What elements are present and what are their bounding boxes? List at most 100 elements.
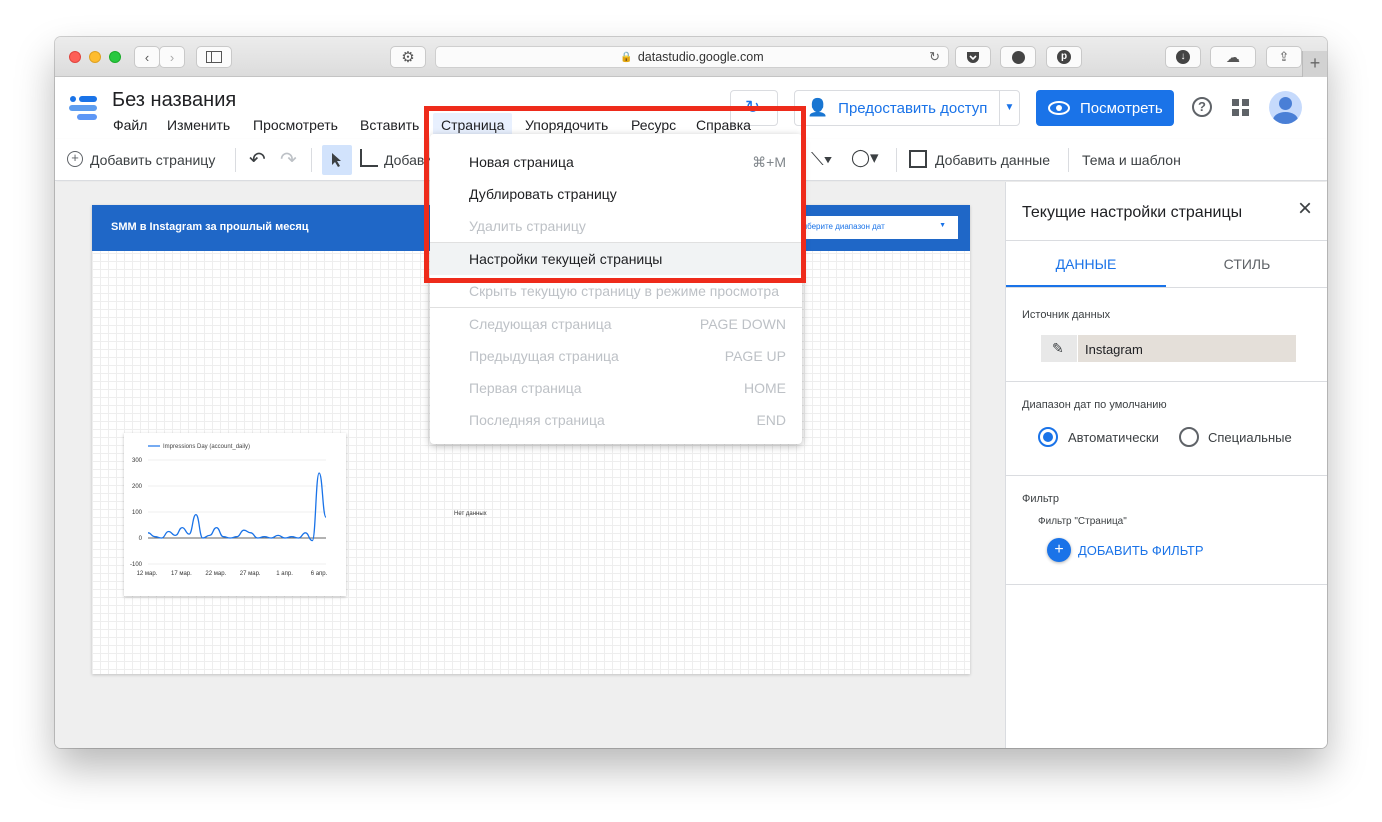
- time-series-chart[interactable]: Impressions Day (account_daily) 300 200 10…: [124, 433, 346, 596]
- shape-tool-icon[interactable]: ◯▾: [851, 148, 879, 168]
- page-settings-panel: Текущие настройки страницы × ДАННЫЕ СТИЛ…: [1005, 182, 1327, 748]
- close-window-button[interactable]: [69, 51, 81, 63]
- page-menu-item-label: Первая страница: [469, 380, 582, 396]
- icloud-button[interactable]: ☁: [1210, 46, 1256, 68]
- reload-icon[interactable]: ↻: [929, 49, 940, 65]
- close-icon[interactable]: ×: [1298, 197, 1312, 221]
- page-menu-item-label: Удалить страницу: [469, 218, 586, 234]
- minimize-window-button[interactable]: [89, 51, 101, 63]
- add-circle-icon: +: [67, 151, 83, 167]
- downloads-button[interactable]: ↓: [1165, 46, 1201, 68]
- filter-sublabel: Фильтр "Страница": [1038, 516, 1127, 527]
- add-chart-button[interactable]: Добави: [384, 152, 432, 168]
- menu-arrange[interactable]: Упорядочить: [525, 117, 608, 133]
- y-tick-label: 200: [132, 484, 143, 490]
- page-menu-item: Удалить страницу: [430, 210, 802, 242]
- toolbar-divider: [235, 148, 236, 172]
- share-page-button[interactable]: ⇪: [1266, 46, 1302, 68]
- y-tick-label: 0: [139, 536, 143, 542]
- menu-help[interactable]: Справка: [696, 117, 751, 133]
- page-menu-item[interactable]: Дублировать страницу: [430, 178, 802, 210]
- date-range-control[interactable]: Выберите диапазон дат ▼: [796, 216, 958, 239]
- browser-toolbar: ‹ › ⚙ 🔒 datastudio.google.com ↻ p ↓ ☁ ⇪ …: [55, 37, 1327, 77]
- add-person-icon: 👤: [807, 98, 829, 117]
- add-filter-button[interactable]: ДОБАВИТЬ ФИЛЬТР: [1078, 543, 1204, 558]
- menu-view[interactable]: Просмотреть: [253, 117, 338, 133]
- page-menu-item-shortcut: HOME: [744, 380, 786, 396]
- date-range-label: Диапазон дат по умолчанию: [1022, 399, 1167, 411]
- redo-icon[interactable]: ↷: [280, 147, 297, 172]
- chart-svg: Impressions Day (account_daily) 300 200 10…: [130, 444, 328, 577]
- add-page-button[interactable]: Добавить страницу: [90, 152, 215, 168]
- address-bar[interactable]: 🔒 datastudio.google.com ↻: [435, 46, 949, 68]
- date-range-placeholder: Выберите диапазон дат: [796, 222, 885, 231]
- radio-custom[interactable]: [1179, 427, 1199, 447]
- y-tick-label: 100: [132, 510, 143, 516]
- radio-auto[interactable]: [1038, 427, 1058, 447]
- page-menu-item: Предыдущая страница PAGE UP: [430, 340, 802, 372]
- new-tab-button[interactable]: +: [1302, 51, 1327, 77]
- share-button[interactable]: 👤 Предоставить доступ ▼: [794, 90, 1020, 126]
- forward-button[interactable]: ›: [159, 46, 185, 68]
- series-line: [147, 472, 327, 542]
- menu-insert[interactable]: Вставить: [360, 117, 419, 133]
- settings-button[interactable]: ⚙: [390, 46, 426, 68]
- apps-grid-icon[interactable]: [1232, 99, 1250, 117]
- tab-data[interactable]: ДАННЫЕ: [1006, 241, 1166, 287]
- lock-icon: 🔒: [620, 51, 633, 63]
- avatar[interactable]: [1269, 91, 1302, 124]
- cloud-icon: ☁: [1226, 48, 1240, 65]
- view-label: Посмотреть: [1080, 99, 1163, 117]
- page-menu-item-label: Настройки текущей страницы: [469, 251, 663, 267]
- page-menu-item-shortcut: PAGE DOWN: [699, 316, 786, 332]
- add-data-button[interactable]: Добавить данные: [935, 152, 1050, 168]
- page-menu-item-shortcut: ⌘+M: [752, 153, 786, 170]
- share-icon: ⇪: [1278, 49, 1290, 64]
- eye-icon: [1048, 101, 1070, 115]
- tab-style[interactable]: СТИЛЬ: [1166, 241, 1327, 287]
- data-source-name: Instagram: [1085, 342, 1143, 357]
- line-tool-icon[interactable]: ⟍▾: [811, 149, 832, 170]
- menu-file[interactable]: Файл: [113, 117, 147, 133]
- x-tick-label: 1 апр.: [276, 571, 293, 577]
- data-source-chip[interactable]: Instagram: [1078, 335, 1296, 362]
- radio-auto-label: Автоматически: [1068, 430, 1159, 445]
- pencil-icon: ✎: [1052, 340, 1064, 356]
- add-chart-icon[interactable]: [360, 149, 378, 167]
- page-menu-item[interactable]: Новая страница ⌘+M: [430, 146, 802, 178]
- x-tick-label: 6 апр.: [311, 571, 328, 577]
- view-button[interactable]: Посмотреть: [1036, 90, 1174, 126]
- back-button[interactable]: ‹: [134, 46, 160, 68]
- page-menu-item: Первая страница HOME: [430, 372, 802, 404]
- x-tick-label: 17 мар.: [171, 571, 192, 577]
- filter-label: Фильтр: [1022, 493, 1059, 505]
- help-icon[interactable]: ?: [1192, 97, 1212, 117]
- extension-button[interactable]: [1000, 46, 1036, 68]
- refresh-icon: ↻: [745, 97, 761, 117]
- toolbar-divider: [896, 148, 897, 172]
- page-menu-item: Следующая страница PAGE DOWN: [430, 308, 802, 340]
- sidebar-toggle-button[interactable]: [196, 46, 232, 68]
- menu-resource[interactable]: Ресурс: [631, 117, 676, 133]
- pocket-icon: [967, 52, 979, 63]
- menu-edit[interactable]: Изменить: [167, 117, 230, 133]
- extension-icon: [1011, 50, 1025, 64]
- page-menu-item[interactable]: Настройки текущей страницы: [430, 243, 802, 275]
- select-cursor-icon[interactable]: [322, 145, 352, 175]
- page-menu-dropdown: Новая страница ⌘+M Дублировать страницу Уда…: [430, 134, 802, 444]
- app-header: Без названия ↻ 👤 Предоставить доступ ▼ П…: [55, 77, 1327, 139]
- zoom-window-button[interactable]: [109, 51, 121, 63]
- pocket-button[interactable]: [955, 46, 991, 68]
- x-tick-label: 12 мар.: [137, 571, 158, 577]
- pinterest-button[interactable]: p: [1046, 46, 1082, 68]
- toolbar-divider: [311, 148, 312, 172]
- pinterest-icon: p: [1057, 50, 1071, 64]
- share-dropdown-icon[interactable]: ▼: [999, 91, 1019, 125]
- add-filter-icon[interactable]: +: [1047, 538, 1071, 562]
- undo-icon[interactable]: ↶: [249, 147, 266, 172]
- edit-source-button[interactable]: ✎: [1041, 335, 1077, 362]
- page-menu-item-label: Следующая страница: [469, 316, 612, 332]
- gear-icon: ⚙: [401, 49, 415, 66]
- report-title[interactable]: Без названия: [112, 89, 236, 112]
- theme-button[interactable]: Тема и шаблон: [1082, 152, 1181, 168]
